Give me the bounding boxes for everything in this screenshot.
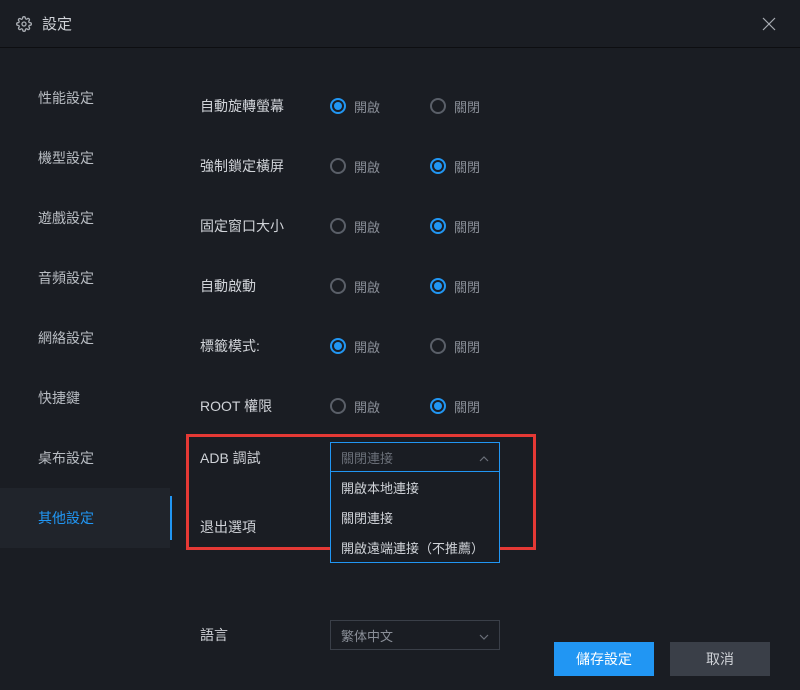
sidebar-item-label: 性能設定 — [38, 88, 94, 108]
radio-on[interactable]: 開啟 — [330, 277, 410, 296]
setting-auto-start: 自動啟動 開啟 關閉 — [200, 256, 770, 316]
sidebar-item-wallpaper[interactable]: 桌布設定 — [0, 428, 170, 488]
radio-group: 開啟 關閉 — [330, 217, 510, 236]
select-value: 關閉連接 — [341, 448, 393, 467]
radio-label: 開啟 — [354, 277, 380, 296]
setting-label: 標籤模式: — [200, 336, 330, 356]
radio-label: 開啟 — [354, 337, 380, 356]
setting-tab-mode: 標籤模式: 開啟 關閉 — [200, 316, 770, 376]
dropdown-item[interactable]: 開啟本地連接 — [331, 472, 499, 502]
setting-fixed-window: 固定窗口大小 開啟 關閉 — [200, 196, 770, 256]
setting-language: 語言 繁体中文 — [200, 615, 770, 655]
window-title: 設定 — [42, 13, 754, 34]
radio-circle-icon — [330, 278, 346, 294]
radio-label: 關閉 — [454, 277, 480, 296]
radio-group: 開啟 關閉 — [330, 277, 510, 296]
setting-force-landscape: 強制鎖定橫屏 開啟 關閉 — [200, 136, 770, 196]
setting-label: 自動旋轉螢幕 — [200, 96, 330, 116]
radio-off[interactable]: 關閉 — [430, 337, 510, 356]
radio-off[interactable]: 關閉 — [430, 217, 510, 236]
radio-group: 開啟 關閉 — [330, 337, 510, 356]
chevron-down-icon — [479, 628, 489, 643]
radio-circle-icon — [430, 338, 446, 354]
radio-off[interactable]: 關閉 — [430, 397, 510, 416]
sidebar-item-label: 桌布設定 — [38, 448, 94, 468]
dropdown-item[interactable]: 關閉連接 — [331, 502, 499, 532]
radio-off[interactable]: 關閉 — [430, 97, 510, 116]
chevron-up-icon — [479, 450, 489, 465]
radio-circle-icon — [430, 398, 446, 414]
setting-label: 強制鎖定橫屏 — [200, 156, 330, 176]
radio-circle-icon — [330, 338, 346, 354]
radio-on[interactable]: 開啟 — [330, 337, 410, 356]
radio-circle-icon — [430, 98, 446, 114]
radio-on[interactable]: 開啟 — [330, 157, 410, 176]
radio-circle-icon — [330, 158, 346, 174]
radio-circle-icon — [330, 398, 346, 414]
radio-circle-icon — [330, 98, 346, 114]
sidebar: 性能設定 機型設定 遊戲設定 音頻設定 網絡設定 快捷鍵 桌布設定 其他設定 — [0, 48, 170, 628]
setting-label: 固定窗口大小 — [200, 216, 330, 236]
radio-circle-icon — [430, 218, 446, 234]
sidebar-item-label: 音頻設定 — [38, 268, 94, 288]
sidebar-item-other[interactable]: 其他設定 — [0, 488, 170, 548]
setting-auto-rotate: 自動旋轉螢幕 開啟 關閉 — [200, 76, 770, 136]
language-select[interactable]: 繁体中文 — [330, 620, 500, 650]
radio-circle-icon — [430, 158, 446, 174]
gear-icon — [16, 16, 32, 32]
close-button[interactable] — [754, 9, 784, 39]
radio-on[interactable]: 開啟 — [330, 97, 410, 116]
radio-label: 開啟 — [354, 157, 380, 176]
sidebar-item-label: 網絡設定 — [38, 328, 94, 348]
setting-label: 自動啟動 — [200, 276, 330, 296]
sidebar-item-shortcuts[interactable]: 快捷鍵 — [0, 368, 170, 428]
radio-circle-icon — [430, 278, 446, 294]
setting-root: ROOT 權限 開啟 關閉 — [200, 376, 770, 436]
setting-label: ROOT 權限 — [200, 396, 330, 416]
radio-label: 關閉 — [454, 337, 480, 356]
radio-off[interactable]: 關閉 — [430, 157, 510, 176]
sidebar-item-network[interactable]: 網絡設定 — [0, 308, 170, 368]
sidebar-item-label: 遊戲設定 — [38, 208, 94, 228]
radio-label: 關閉 — [454, 397, 480, 416]
sidebar-item-label: 快捷鍵 — [38, 388, 80, 408]
radio-group: 開啟 關閉 — [330, 157, 510, 176]
content-panel: 自動旋轉螢幕 開啟 關閉 強制鎖定橫屏 開啟 關閉 固定窗口大小 開啟 關閉 自… — [170, 48, 800, 628]
titlebar: 設定 — [0, 0, 800, 48]
sidebar-item-game[interactable]: 遊戲設定 — [0, 188, 170, 248]
radio-label: 關閉 — [454, 217, 480, 236]
radio-label: 關閉 — [454, 97, 480, 116]
sidebar-item-label: 機型設定 — [38, 148, 94, 168]
radio-label: 開啟 — [354, 97, 380, 116]
select-value: 繁体中文 — [341, 626, 393, 645]
dropdown-item[interactable]: 開啟遠端連接（不推薦） — [331, 532, 499, 562]
adb-dropdown-menu: 開啟本地連接 關閉連接 開啟遠端連接（不推薦） — [330, 472, 500, 563]
radio-off[interactable]: 關閉 — [430, 277, 510, 296]
radio-label: 開啟 — [354, 217, 380, 236]
sidebar-item-performance[interactable]: 性能設定 — [0, 68, 170, 128]
sidebar-item-label: 其他設定 — [38, 508, 94, 528]
radio-on[interactable]: 開啟 — [330, 217, 410, 236]
setting-adb: ADB 調試 關閉連接 開啟本地連接 關閉連接 開啟遠端連接（不推薦） — [200, 436, 770, 472]
radio-label: 開啟 — [354, 397, 380, 416]
radio-group: 開啟 關閉 — [330, 97, 510, 116]
radio-circle-icon — [330, 218, 346, 234]
setting-label: 退出選項 — [200, 517, 330, 537]
adb-select[interactable]: 關閉連接 開啟本地連接 關閉連接 開啟遠端連接（不推薦） — [330, 442, 500, 472]
sidebar-item-model[interactable]: 機型設定 — [0, 128, 170, 188]
setting-label: 語言 — [200, 625, 330, 645]
radio-on[interactable]: 開啟 — [330, 397, 410, 416]
radio-label: 關閉 — [454, 157, 480, 176]
sidebar-item-audio[interactable]: 音頻設定 — [0, 248, 170, 308]
setting-label: ADB 調試 — [200, 442, 330, 468]
radio-group: 開啟 關閉 — [330, 397, 510, 416]
